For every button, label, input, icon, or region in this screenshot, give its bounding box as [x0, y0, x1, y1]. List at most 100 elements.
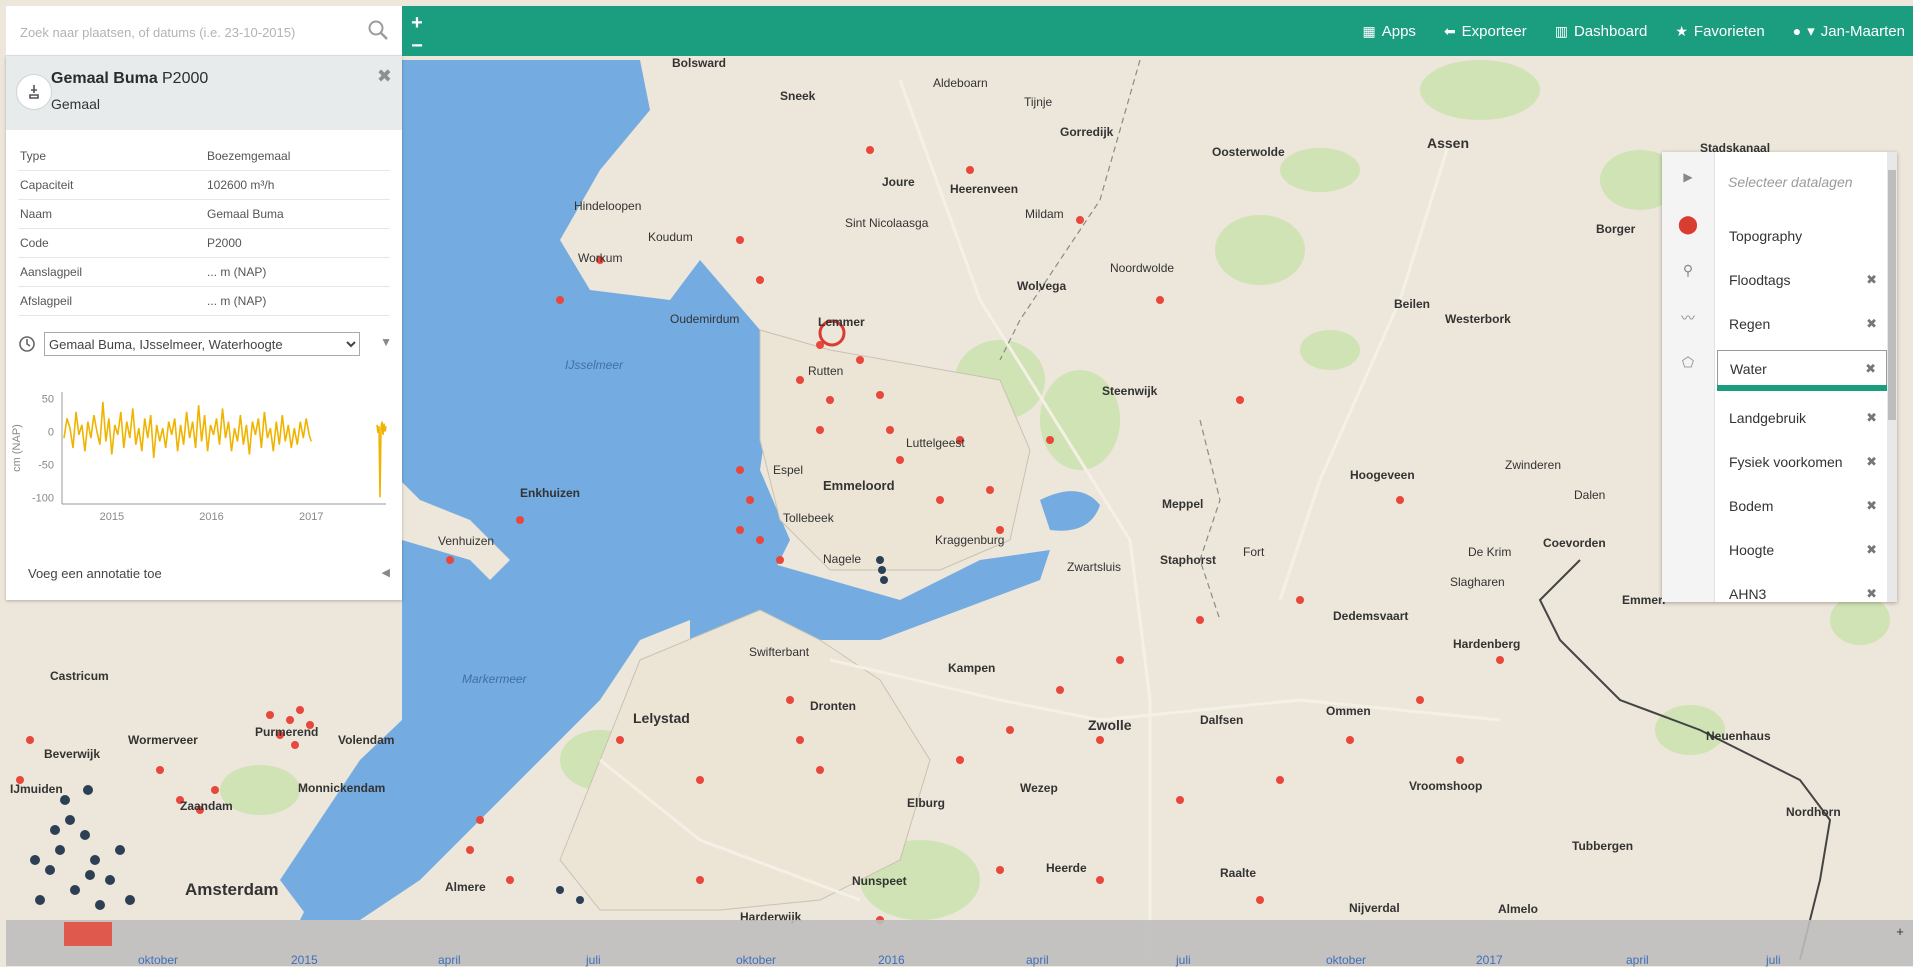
timeline-label: 2017 — [1476, 953, 1503, 967]
nav-user-menu[interactable]: ● ▾ Jan-Maarten — [1792, 22, 1905, 41]
search-input[interactable] — [18, 20, 322, 44]
layer-item-label: Bodem — [1729, 498, 1774, 514]
layer-item-regen[interactable]: Regen ✖ — [1717, 306, 1887, 342]
detail-subtitle: Gemaal — [51, 96, 101, 112]
svg-text:Nijverdal: Nijverdal — [1349, 901, 1400, 915]
search-box — [6, 6, 402, 56]
svg-text:Heerenveen: Heerenveen — [950, 182, 1018, 196]
svg-text:Tubbergen: Tubbergen — [1572, 839, 1633, 853]
layer-item-label: Regen — [1729, 316, 1771, 332]
polygon-icon[interactable]: ⬠ — [1662, 354, 1714, 371]
timeline-bar[interactable]: oktober 2015 april juli oktober 2016 april juli… — [6, 920, 1913, 967]
layer-item-water[interactable]: Water ✖ — [1717, 350, 1887, 391]
chart-icon: ▥ — [1554, 22, 1568, 39]
svg-text:Ommen: Ommen — [1326, 704, 1371, 718]
scrollbar-thumb[interactable] — [1888, 170, 1896, 420]
layer-panel-header: Selecteer datalagen — [1728, 174, 1853, 190]
layer-item-topography[interactable]: Topography — [1717, 218, 1887, 254]
svg-text:Fort: Fort — [1243, 545, 1265, 559]
nav-favorieten[interactable]: ★ Favorieten — [1675, 23, 1764, 40]
svg-text:Neuenhaus: Neuenhaus — [1706, 729, 1771, 743]
timeline-label: juli — [1176, 953, 1191, 967]
properties-table: Type Boezemgemaal Capaciteit 102600 m³/h N… — [18, 142, 390, 316]
svg-text:Nordhorn: Nordhorn — [1786, 805, 1841, 819]
layer-item-hoogte[interactable]: Hoogte ✖ — [1717, 532, 1887, 568]
svg-text:Luttelgeest: Luttelgeest — [906, 436, 965, 450]
svg-text:Dalfsen: Dalfsen — [1200, 713, 1243, 727]
play-icon[interactable]: ▶ — [1662, 170, 1714, 184]
detail-header: Gemaal Buma P2000 Gemaal ✖ — [6, 56, 402, 130]
zoom-controls: + − — [402, 6, 430, 56]
svg-text:Slagharen: Slagharen — [1450, 575, 1505, 589]
zoom-out-button[interactable]: − — [411, 36, 423, 56]
svg-text:Emmeloord: Emmeloord — [823, 478, 895, 493]
search-icon[interactable] — [366, 18, 390, 42]
zoom-in-button[interactable]: + — [411, 13, 423, 33]
layer-item-fysiek-voorkomen[interactable]: Fysiek voorkomen ✖ — [1717, 444, 1887, 480]
timeline-range-marker[interactable] — [64, 922, 112, 946]
layer-item-ahn3[interactable]: AHN3 ✖ — [1717, 576, 1887, 612]
map-pin-icon[interactable]: ⬤ — [1662, 214, 1714, 235]
svg-text:De Krim: De Krim — [1468, 545, 1511, 559]
remove-layer-icon[interactable]: ✖ — [1865, 361, 1876, 377]
svg-text:Wolvega: Wolvega — [1017, 279, 1066, 293]
chevron-left-icon[interactable]: ◀ — [382, 566, 390, 579]
remove-layer-icon[interactable]: ✖ — [1866, 272, 1877, 288]
svg-text:Noordwolde: Noordwolde — [1110, 261, 1174, 275]
user-icon: ● — [1792, 23, 1802, 39]
nav-exporteer[interactable]: ⬅ Exporteer — [1444, 23, 1527, 40]
timeseries-select[interactable]: Gemaal Buma, IJsselmeer, Waterhoogte — [44, 332, 360, 356]
svg-text:Amsterdam: Amsterdam — [185, 880, 279, 899]
timeline-add-icon[interactable]: + — [1893, 924, 1907, 939]
remove-layer-icon[interactable]: ✖ — [1866, 498, 1877, 514]
nav-apps[interactable]: ▦ Apps — [1363, 23, 1416, 40]
svg-text:Castricum: Castricum — [50, 669, 109, 683]
layer-item-landgebruik[interactable]: Landgebruik ✖ — [1717, 400, 1887, 436]
layer-item-label: Fysiek voorkomen — [1729, 454, 1843, 470]
timeline-label: oktober — [138, 953, 179, 967]
svg-text:Staphorst: Staphorst — [1160, 553, 1216, 567]
add-annotation-link[interactable]: Voeg een annotatie toe — [28, 566, 162, 581]
export-icon: ⬅ — [1443, 22, 1456, 39]
svg-text:Vroomshoop: Vroomshoop — [1409, 779, 1482, 793]
svg-text:Raalte: Raalte — [1220, 866, 1256, 880]
detail-panel: Gemaal Buma P2000 Gemaal ✖ Type Boezemgem… — [6, 56, 402, 600]
pins-icon[interactable]: ⚲ — [1662, 262, 1714, 279]
svg-text:IJmuiden: IJmuiden — [10, 782, 63, 796]
remove-layer-icon[interactable]: ✖ — [1866, 454, 1877, 470]
timeseries-chart: 50 0 -50 -100 cm (NAP) 2015 2016 2017 — [11, 392, 387, 523]
timeline-label: juli — [586, 953, 601, 967]
clock-icon — [19, 336, 35, 352]
svg-text:Heerde: Heerde — [1046, 861, 1087, 875]
svg-text:Volendam: Volendam — [338, 733, 394, 747]
timeline-label: april — [1626, 953, 1649, 967]
layer-item-floodtags[interactable]: Floodtags ✖ — [1717, 262, 1887, 298]
svg-text:Dedemsvaart: Dedemsvaart — [1333, 609, 1408, 623]
caret-down-icon[interactable]: ▼ — [380, 335, 392, 349]
svg-text:Monnickendam: Monnickendam — [298, 781, 385, 795]
svg-text:Wormerveer: Wormerveer — [128, 733, 198, 747]
nav-dashboard[interactable]: ▥ Dashboard — [1555, 23, 1648, 40]
svg-text:Beverwijk: Beverwijk — [44, 747, 100, 761]
remove-layer-icon[interactable]: ✖ — [1866, 586, 1877, 602]
close-icon[interactable]: ✖ — [377, 66, 392, 87]
layer-item-bodem[interactable]: Bodem ✖ — [1717, 488, 1887, 524]
table-row: Type Boezemgemaal — [18, 142, 390, 171]
svg-text:Hindeloopen: Hindeloopen — [574, 199, 641, 213]
remove-layer-icon[interactable]: ✖ — [1866, 410, 1877, 426]
remove-layer-icon[interactable]: ✖ — [1866, 316, 1877, 332]
svg-text:Swifterbant: Swifterbant — [749, 645, 810, 659]
timeline-label: april — [438, 953, 461, 967]
detail-code: P2000 — [162, 70, 209, 87]
svg-text:Dronten: Dronten — [810, 699, 856, 713]
svg-text:Sneek: Sneek — [780, 89, 816, 103]
svg-text:Gorredijk: Gorredijk — [1060, 125, 1114, 139]
svg-text:Workum: Workum — [578, 251, 622, 265]
svg-text:Sint Nicolaasga: Sint Nicolaasga — [845, 216, 929, 230]
line-chart-icon[interactable]: 〰 — [1662, 308, 1714, 328]
svg-text:IJsselmeer: IJsselmeer — [565, 358, 624, 372]
detail-title: Gemaal Buma — [51, 70, 158, 87]
layer-scrollbar[interactable] — [1887, 152, 1897, 602]
table-row: Code P2000 — [18, 228, 390, 258]
remove-layer-icon[interactable]: ✖ — [1866, 542, 1877, 558]
